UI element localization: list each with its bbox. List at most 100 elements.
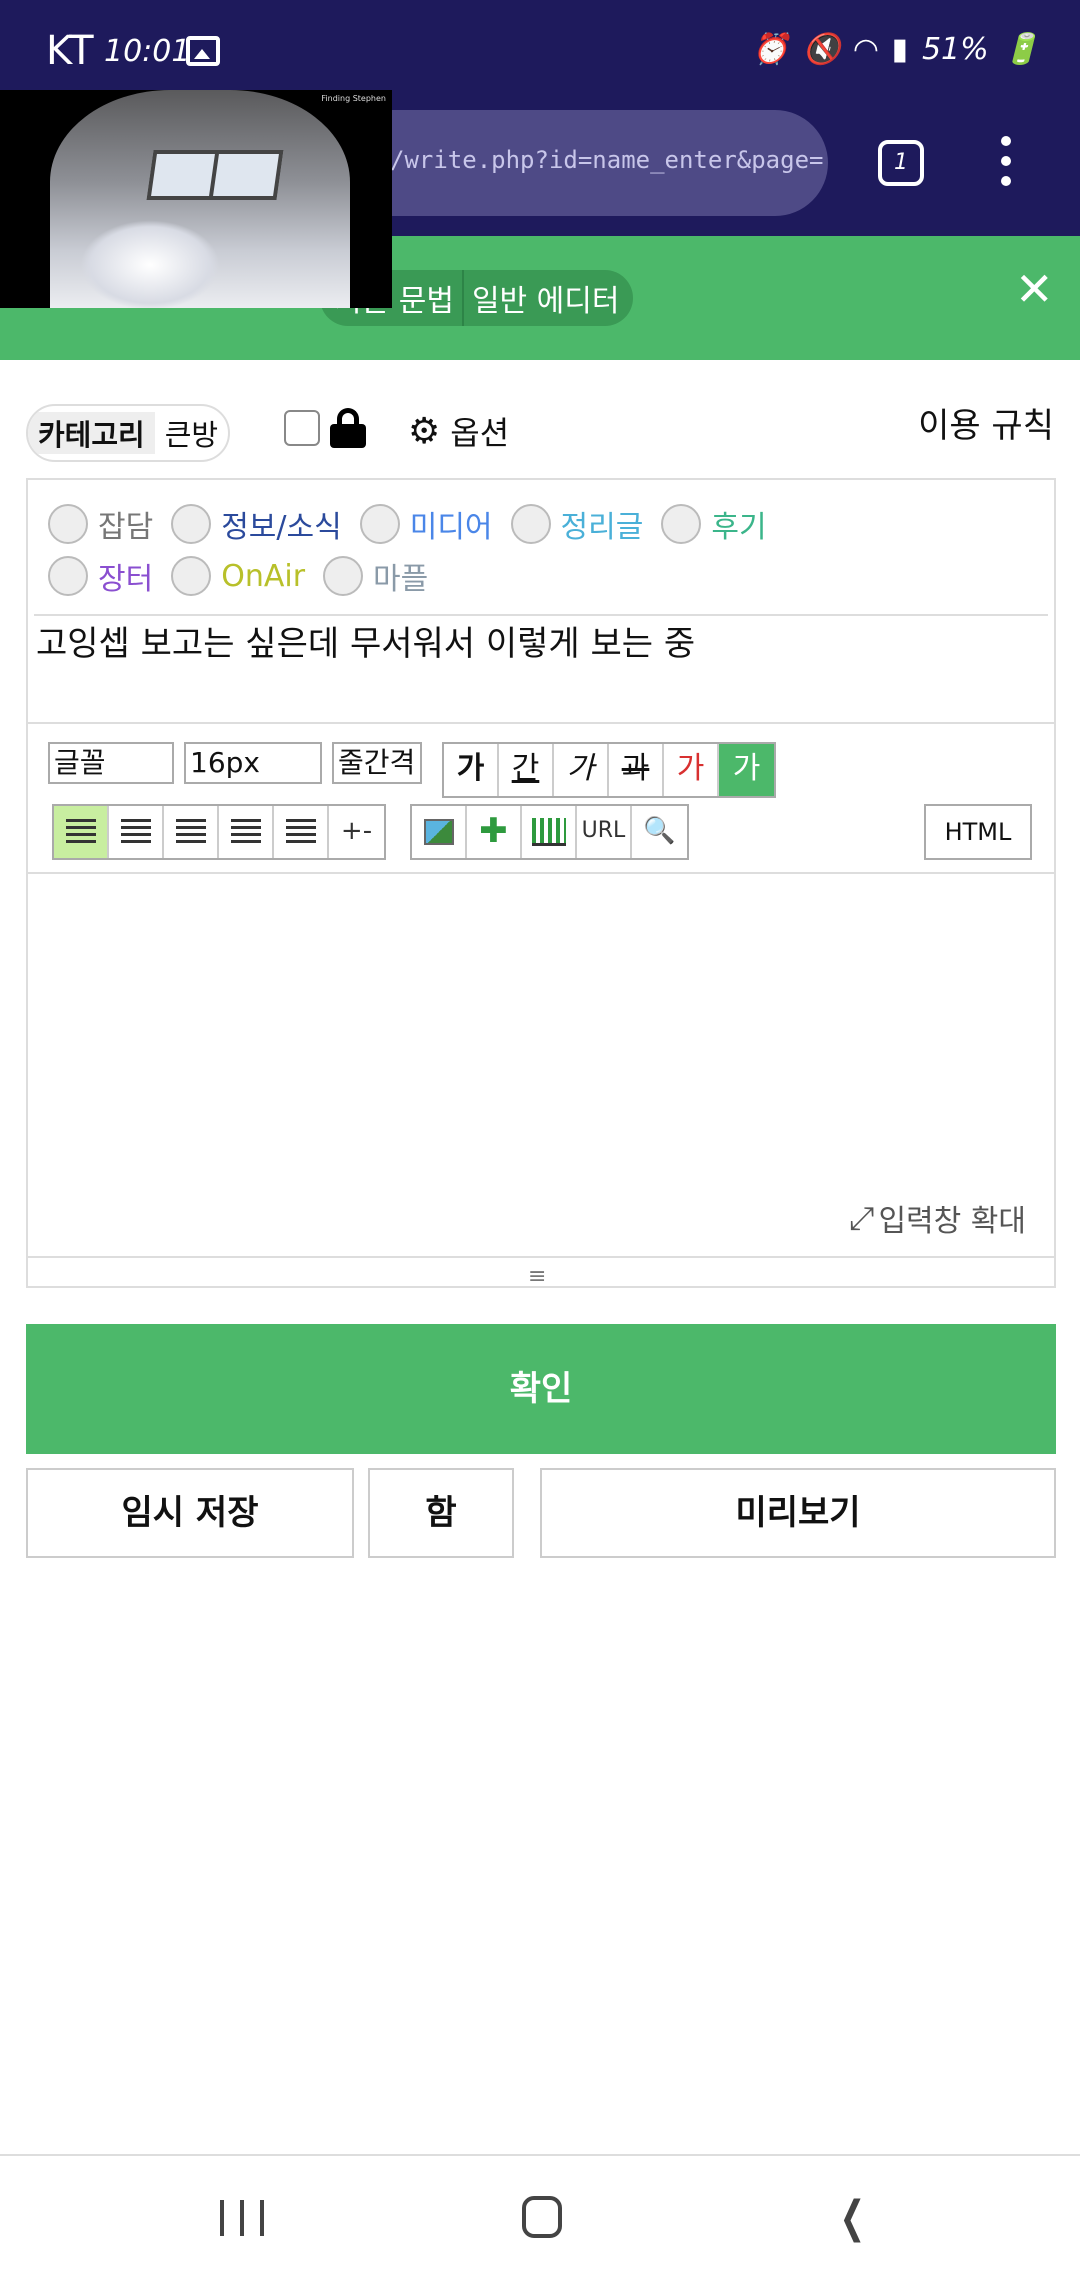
mute-icon: 🔇 <box>803 32 841 67</box>
category-option[interactable]: 미디어 <box>359 502 493 546</box>
expand-label: 입력창 확대 <box>878 1204 1026 1239</box>
wifi-icon: ◠ <box>854 32 878 67</box>
mode-normal-editor[interactable]: 일반 에디터 <box>472 276 620 320</box>
editor-toolbar: 글꼴 16px 줄간격 가 간 가 과 가 가 +- ✚ URL 🔍 HTML <box>28 724 1054 874</box>
category-label: 정보/소식 <box>221 510 342 545</box>
expand-editor-button[interactable]: ⤢ 입력창 확대 <box>849 1196 1026 1240</box>
write-form: 잡담 정보/소식 미디어 정리글 후기 장터 OnAir 마플 고잉셉 보고는 … <box>26 478 1056 1289</box>
bigroom-button[interactable]: 큰방 <box>155 412 228 454</box>
text-color-button[interactable]: 가 <box>664 744 719 796</box>
alarm-icon: ⏰ <box>751 32 789 67</box>
align-button-group: +- <box>52 804 386 860</box>
category-label: 잡담 <box>98 510 154 545</box>
tab-switcher-button[interactable]: 1 <box>878 140 924 186</box>
carrier-label: KT <box>46 28 94 74</box>
align-center-icon <box>120 819 151 845</box>
rules-link[interactable]: 이용 규칙 <box>918 398 1054 447</box>
battery-percent: 51% <box>921 32 989 67</box>
subject-input[interactable]: 고잉셉 보고는 싶은데 무서워서 이렇게 보는 중 <box>36 616 695 665</box>
line-spacing-select[interactable]: 줄간격 <box>332 742 422 784</box>
align-left-icon <box>65 819 96 845</box>
align-right-button[interactable] <box>164 806 219 858</box>
radio-button[interactable] <box>510 504 551 544</box>
category-radio-row-2: 장터 OnAir 마플 <box>48 554 446 598</box>
gallery-notification-icon <box>186 36 220 66</box>
bg-color-button[interactable]: 가 <box>719 744 774 796</box>
radio-button[interactable] <box>323 556 364 596</box>
search-icon[interactable]: 🔍 <box>632 806 687 858</box>
category-option[interactable]: OnAir <box>171 556 305 596</box>
gear-icon: ⚙ <box>408 410 441 452</box>
close-icon[interactable]: ✕ <box>1015 266 1054 312</box>
radio-button[interactable] <box>171 556 212 596</box>
temp-save-button[interactable]: 임시 저장 <box>26 1468 354 1558</box>
insert-button-group: ✚ URL 🔍 <box>410 804 689 860</box>
italic-button[interactable]: 가 <box>554 744 609 796</box>
font-family-select[interactable]: 글꼴 <box>48 742 174 784</box>
browser-menu-icon[interactable] <box>996 136 1016 196</box>
category-label: 후기 <box>711 510 767 545</box>
category-option[interactable]: 후기 <box>661 502 767 546</box>
outdent-icon <box>230 819 261 845</box>
chart-button[interactable] <box>522 806 577 858</box>
radio-button[interactable] <box>48 504 88 544</box>
outdent-button[interactable] <box>219 806 274 858</box>
url-bar[interactable]: /write.php?id=name_enter&page= <box>320 110 828 216</box>
private-checkbox[interactable] <box>284 410 320 446</box>
box-button[interactable]: 함 <box>368 1468 514 1558</box>
lock-icon <box>330 408 366 448</box>
battery-icon: 🔋 <box>1002 32 1040 67</box>
category-option[interactable]: 잡담 <box>48 502 153 546</box>
resize-handle-icon[interactable]: ≡ <box>528 1264 546 1289</box>
align-center-button[interactable] <box>109 806 164 858</box>
font-size-select[interactable]: 16px <box>184 742 322 784</box>
html-mode-button[interactable]: HTML <box>924 804 1032 860</box>
signal-icon: ▮ <box>891 32 908 67</box>
category-button[interactable]: 카테고리 <box>28 412 155 454</box>
options-button[interactable]: ⚙ 옵션 <box>408 408 509 454</box>
indent-button[interactable] <box>274 806 329 858</box>
category-option[interactable]: 마플 <box>323 554 428 598</box>
options-label: 옵션 <box>450 414 510 452</box>
system-nav-bar: ❮ <box>0 2154 1080 2280</box>
preview-button[interactable]: 미리보기 <box>540 1468 1056 1558</box>
status-time: 10:01 <box>104 34 191 69</box>
format-button-group: 가 간 가 과 가 가 <box>442 742 776 798</box>
video-light <box>80 220 220 308</box>
align-right-icon <box>175 819 206 845</box>
category-radio-row-1: 잡담 정보/소식 미디어 정리글 후기 <box>48 502 785 546</box>
category-option[interactable]: 장터 <box>48 554 153 598</box>
video-caption: Finding Stephen <box>321 94 386 103</box>
align-left-button[interactable] <box>54 806 109 858</box>
plus-icon[interactable]: ✚ <box>467 806 522 858</box>
recent-apps-icon[interactable] <box>220 2200 264 2236</box>
category-label: 정리글 <box>560 510 644 545</box>
divider <box>28 1256 1054 1258</box>
bold-button[interactable]: 가 <box>444 744 499 796</box>
video-pip-overlay[interactable]: Finding Stephen <box>0 90 392 308</box>
category-label: OnAir <box>221 558 306 594</box>
category-option[interactable]: 정보/소식 <box>171 502 342 546</box>
back-icon[interactable]: ❮ <box>840 2192 866 2243</box>
radio-button[interactable] <box>359 504 400 544</box>
url-text: /write.php?id=name_enter&page= <box>390 146 824 174</box>
chart-icon <box>531 818 566 846</box>
category-switch[interactable]: 카테고리 큰방 <box>26 404 231 462</box>
fold-button[interactable]: +- <box>329 806 384 858</box>
url-button[interactable]: URL <box>577 806 632 858</box>
video-skylight <box>146 150 284 200</box>
category-option[interactable]: 정리글 <box>510 502 644 546</box>
radio-button[interactable] <box>661 504 702 544</box>
indent-icon <box>285 819 316 845</box>
category-label: 미디어 <box>409 510 493 545</box>
radio-button[interactable] <box>48 556 88 596</box>
home-icon[interactable] <box>522 2196 562 2238</box>
category-label: 장터 <box>98 562 154 597</box>
image-icon <box>423 819 454 845</box>
underline-button[interactable]: 간 <box>499 744 554 796</box>
status-icons: ⏰ 🔇 ◠ ▮ 51% 🔋 <box>752 32 1040 67</box>
confirm-button[interactable]: 확인 <box>26 1324 1056 1454</box>
strikethrough-button[interactable]: 과 <box>609 744 664 796</box>
image-button[interactable] <box>412 806 467 858</box>
radio-button[interactable] <box>171 504 212 544</box>
